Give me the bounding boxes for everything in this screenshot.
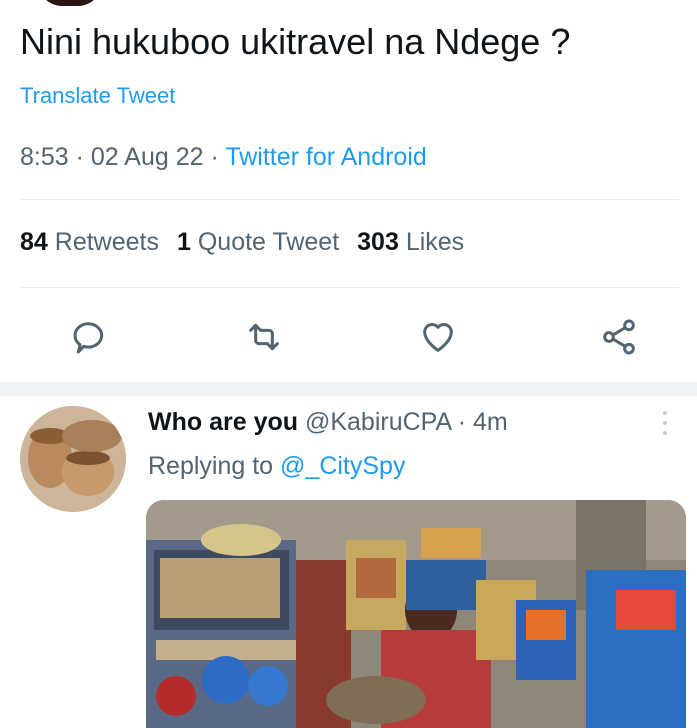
reply-handle[interactable]: @KabiruCPA — [305, 408, 451, 436]
share-icon — [603, 319, 635, 355]
section-separator — [0, 382, 697, 396]
quotes-label: Quote Tweet — [197, 228, 340, 256]
retweets-label: Retweets — [54, 228, 159, 256]
previous-avatar-fragment — [38, 0, 102, 6]
likes-stat[interactable]: 303 Likes — [357, 228, 464, 256]
like-button[interactable] — [414, 313, 462, 361]
replying-to: Replying to @_CitySpy — [148, 452, 405, 481]
meta-separator: · — [210, 143, 226, 171]
replying-prefix: Replying to — [148, 452, 274, 480]
tweet-source-link[interactable]: Twitter for Android — [225, 143, 426, 171]
quotes-count: 1 — [176, 228, 191, 256]
tweet-meta: 8:53 · 02 Aug 22 · Twitter for Android — [20, 143, 427, 172]
tweet-stats: 84 Retweets 1 Quote Tweet 303 Likes — [20, 228, 464, 257]
reply-photo[interactable] — [146, 500, 686, 728]
likes-count: 303 — [357, 228, 399, 256]
retweets-count: 84 — [20, 228, 48, 256]
reply-display-name[interactable]: Who are you — [148, 408, 298, 436]
reply-avatar[interactable] — [20, 406, 126, 512]
translate-tweet-link[interactable]: Translate Tweet — [20, 83, 175, 109]
meta-separator: · — [75, 143, 91, 171]
quotes-stat[interactable]: 1 Quote Tweet — [177, 228, 339, 256]
tweet-actions — [0, 313, 697, 361]
reply-icon — [73, 322, 104, 354]
divider — [20, 287, 679, 288]
more-options-icon[interactable] — [658, 405, 672, 441]
retweet-icon — [249, 323, 279, 351]
baskets-avatar-image — [20, 406, 126, 512]
divider — [20, 199, 679, 200]
reply-header: Who are you @KabiruCPA · 4m — [148, 408, 508, 437]
share-button[interactable] — [595, 313, 643, 361]
reply-button[interactable] — [66, 313, 114, 361]
market-vendors-photo — [146, 500, 686, 728]
retweets-stat[interactable]: 84 Retweets — [20, 228, 159, 256]
tweet-date: 02 Aug 22 — [90, 143, 204, 171]
likes-label: Likes — [405, 228, 465, 256]
tweet-text: Nini hukuboo ukitravel na Ndege ? — [20, 21, 571, 62]
meta-separator: · — [457, 408, 467, 436]
tweet-time: 8:53 — [20, 143, 69, 171]
retweet-button[interactable] — [240, 313, 288, 361]
reply-time: 4m — [473, 408, 508, 436]
replying-mention-link[interactable]: @_CitySpy — [280, 452, 405, 480]
heart-icon — [423, 323, 453, 352]
